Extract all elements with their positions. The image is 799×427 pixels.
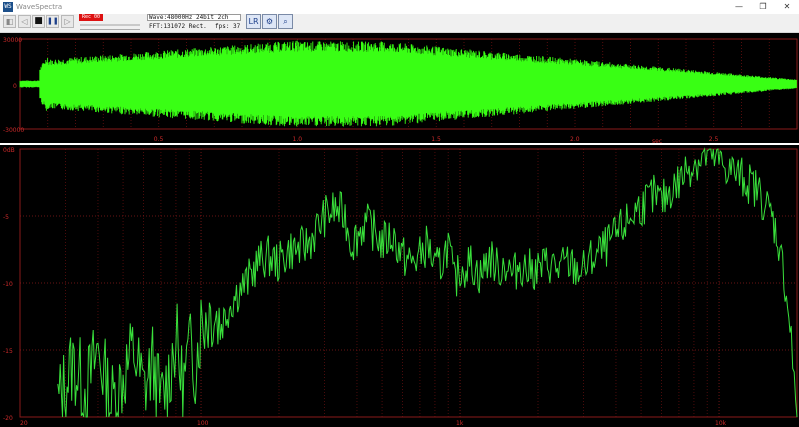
wave-y-label-mid: 0 <box>13 83 17 90</box>
spec-y-tick-label: -5 <box>3 214 9 221</box>
wave-y-label-bottom: -30000 <box>3 127 24 134</box>
waveform-panel[interactable]: 30000 0 -30000 sec 0.5 1.0 1.5 2.0 2.5 <box>0 33 799 143</box>
spec-x-tick-label: 10k <box>715 420 727 427</box>
wave-x-tick-label: 1.5 <box>431 136 441 143</box>
forward-icon: ▷ <box>64 17 71 26</box>
spec-y-tick-label: -10 <box>3 281 13 288</box>
slider-baseline <box>80 29 140 30</box>
close-button[interactable]: ✕ <box>775 0 799 14</box>
restore-button[interactable]: ❐ <box>751 0 775 14</box>
rewind-icon: ◁ <box>21 17 28 26</box>
record-icon: ◧ <box>5 17 14 26</box>
app-icon: WS <box>3 2 13 12</box>
pause-icon: ❚❚ <box>47 17 59 25</box>
spec-y-tick-label: 0dB <box>3 147 15 154</box>
record-button[interactable]: ◧ <box>3 15 16 28</box>
fft-info: FFT:131072 Rect. <box>149 23 207 30</box>
stop-button[interactable]: ■ <box>32 15 45 28</box>
stop-icon: ■ <box>34 16 43 26</box>
pause-button[interactable]: ❚❚ <box>46 15 59 28</box>
rewind-button[interactable]: ◁ <box>18 15 31 28</box>
spec-y-tick-label: -20 <box>3 415 13 422</box>
minimize-button[interactable]: — <box>727 0 751 14</box>
wave-x-tick-label: 2.5 <box>709 136 719 143</box>
forward-button[interactable]: ▷ <box>61 15 74 28</box>
wave-x-tick-label: 0.5 <box>154 136 164 143</box>
fps-info: fps: 37 <box>215 23 241 30</box>
magnifier-icon: ⌕ <box>283 17 288 26</box>
wave-info: Wave:48000Hz 24bit 2ch <box>149 14 229 21</box>
window-title: WaveSpectra <box>16 3 63 11</box>
wave-x-tick-label: 1.0 <box>293 136 303 143</box>
title-bar: WS WaveSpectra — ❐ ✕ <box>0 0 799 14</box>
wave-y-label-top: 30000 <box>3 37 22 44</box>
position-slider[interactable] <box>80 24 140 26</box>
channel-select-button[interactable]: LR <box>246 14 261 29</box>
settings-button[interactable]: ⚙ <box>262 14 277 29</box>
spectrum-panel[interactable]: 0dB -5 -10 -15 -20 20 100 1k 10k <box>0 145 799 427</box>
settings-icon: ⚙ <box>265 17 274 26</box>
wave-x-tick-label: 2.0 <box>570 136 580 143</box>
channel-lr-icon: LR <box>248 17 259 26</box>
spec-x-tick-label: 1k <box>456 420 464 427</box>
marker-badge: Rec 00 <box>79 14 103 21</box>
spec-y-tick-label: -15 <box>3 348 13 355</box>
spec-x-tick-label: 20 <box>20 420 28 427</box>
spec-x-tick-label: 100 <box>197 420 209 427</box>
toolbar: ◧ ◁ ■ ❚❚ ▷ Rec 00 Wave:48000Hz 24bit 2ch… <box>0 14 799 33</box>
zoom-button[interactable]: ⌕ <box>278 14 293 29</box>
